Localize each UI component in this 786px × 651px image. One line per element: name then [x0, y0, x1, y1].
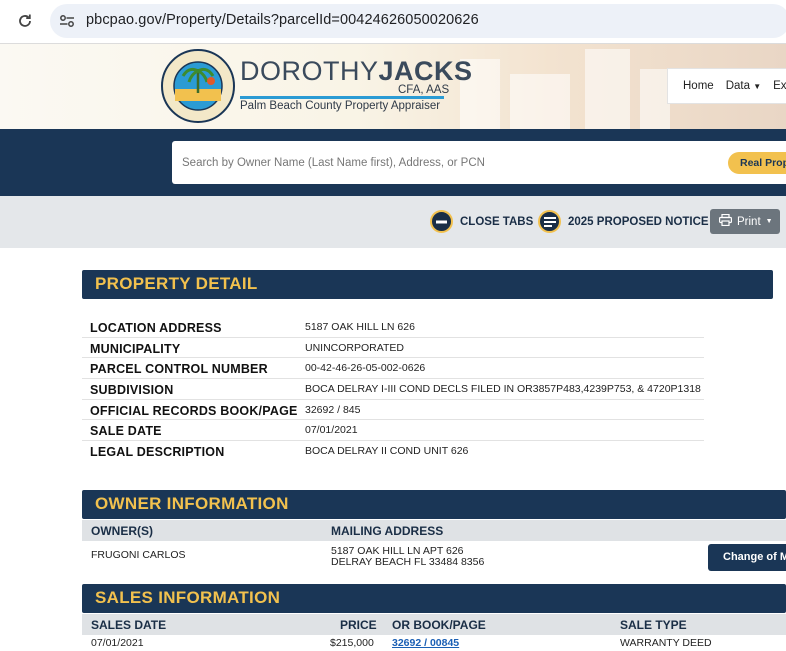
sale-type-cell: WARRANTY DEED	[620, 637, 712, 649]
section-title: SALES INFORMATION	[95, 588, 281, 607]
row-value: 32692 / 845	[305, 403, 361, 416]
owner-columns-header: OWNER(S) MAILING ADDRESS	[82, 520, 786, 541]
print-button[interactable]: Print ▼	[710, 209, 780, 234]
site-header: DOROTHYJACKS CFA, AAS Palm Beach County …	[0, 44, 786, 129]
nav-data[interactable]: Data ▼	[726, 80, 761, 92]
brand-first-name: DOROTHY	[240, 56, 379, 86]
browser-toolbar: pbcpao.gov/Property/Details?parcelId=004…	[0, 0, 786, 44]
row-label: OFFICIAL RECORDS BOOK/PAGE	[90, 403, 298, 418]
row-label: MUNICIPALITY	[90, 341, 181, 356]
table-row: SUBDIVISION BOCA DELRAY I-III COND DECLS …	[82, 379, 704, 400]
brand-subtitle: Palm Beach County Property Appraiser	[240, 100, 441, 112]
row-label: PARCEL CONTROL NUMBER	[90, 362, 268, 377]
row-value: 00-42-46-26-05-002-0626	[305, 362, 426, 375]
table-row: OFFICIAL RECORDS BOOK/PAGE 32692 / 845	[82, 400, 704, 421]
background-building	[640, 69, 670, 129]
column-header-sales-date: SALES DATE	[91, 618, 167, 632]
top-navigation: Home Data ▼ Exe	[667, 68, 786, 104]
table-row: PARCEL CONTROL NUMBER 00-42-46-26-05-002-…	[82, 358, 704, 380]
row-value: BOCA DELRAY II COND UNIT 626	[305, 445, 469, 458]
county-seal-logo[interactable]	[161, 49, 235, 123]
background-building	[585, 49, 630, 129]
property-detail-header[interactable]: PROPERTY DETAIL	[82, 270, 773, 299]
background-building	[510, 74, 570, 129]
column-header-mailing: MAILING ADDRESS	[331, 524, 444, 538]
proposed-notice-label: 2025 PROPOSED NOTICE	[568, 215, 709, 228]
brand-credentials: CFA, AAS	[398, 84, 450, 96]
change-of-mailing-button[interactable]: Change of M	[708, 544, 786, 571]
section-title: OWNER INFORMATION	[95, 494, 289, 513]
row-value: 07/01/2021	[305, 424, 358, 437]
sales-information-header[interactable]: SALES INFORMATION	[82, 584, 786, 613]
search-box: Real Prope	[172, 141, 786, 184]
brand-last-name: JACKS	[378, 56, 473, 86]
close-tabs-label: CLOSE TABS	[460, 215, 534, 228]
row-value: UNINCORPORATED	[305, 341, 404, 354]
notice-icon	[538, 210, 561, 233]
owner-information-header[interactable]: OWNER INFORMATION	[82, 490, 786, 519]
nav-exe[interactable]: Exe	[773, 80, 786, 92]
caret-down-icon: ▼	[753, 82, 762, 91]
row-label: LOCATION ADDRESS	[90, 321, 222, 335]
minus-icon	[430, 210, 453, 233]
brand-name: DOROTHYJACKS	[240, 56, 473, 86]
column-header-owners: OWNER(S)	[91, 524, 153, 538]
sales-columns-header: SALES DATE PRICE OR BOOK/PAGE SALE TYPE	[82, 614, 786, 635]
address-bar[interactable]: pbcpao.gov/Property/Details?parcelId=004…	[50, 4, 786, 38]
row-label: LEGAL DESCRIPTION	[90, 445, 225, 460]
book-page-link[interactable]: 32692 / 00845	[392, 637, 459, 649]
close-tabs-button[interactable]: CLOSE TABS	[430, 210, 533, 233]
site-info-icon[interactable]	[58, 12, 76, 30]
section-title: PROPERTY DETAIL	[95, 274, 258, 293]
table-row: LOCATION ADDRESS 5187 OAK HILL LN 626	[82, 317, 704, 338]
search-input[interactable]	[182, 141, 712, 184]
table-row: LEGAL DESCRIPTION BOCA DELRAY II COND UNI…	[82, 441, 704, 462]
mailing-address-line2: DELRAY BEACH FL 33484 8356	[331, 556, 485, 568]
search-section: Real Prope	[0, 129, 786, 196]
url-text[interactable]: pbcpao.gov/Property/Details?parcelId=004…	[86, 12, 479, 28]
column-header-sale-type: SALE TYPE	[620, 618, 687, 632]
table-row: MUNICIPALITY UNINCORPORATED	[82, 338, 704, 359]
column-header-book-page: OR BOOK/PAGE	[392, 618, 486, 632]
printer-icon	[719, 213, 733, 229]
row-value: BOCA DELRAY I-III COND DECLS FILED IN OR…	[305, 383, 701, 396]
row-value: 5187 OAK HILL LN 626	[305, 321, 415, 333]
real-property-button[interactable]: Real Prope	[728, 152, 786, 174]
nav-home[interactable]: Home	[683, 80, 714, 92]
nav-data-label: Data	[725, 80, 750, 92]
owner-name: FRUGONI CARLOS	[91, 549, 186, 561]
column-header-price: PRICE	[340, 618, 377, 632]
sale-price-cell: $215,000	[330, 637, 374, 649]
print-label: Print	[737, 215, 761, 228]
reload-icon[interactable]	[14, 10, 36, 32]
proposed-notice-button[interactable]: 2025 PROPOSED NOTICE	[538, 210, 709, 233]
property-detail-table: LOCATION ADDRESS 5187 OAK HILL LN 626 MUN…	[82, 317, 704, 462]
row-label: SALE DATE	[90, 424, 162, 439]
caret-down-icon: ▼	[765, 218, 773, 225]
brand-underline	[240, 96, 444, 99]
table-row: SALE DATE 07/01/2021	[82, 420, 704, 442]
toolbar: CLOSE TABS 2025 PROPOSED NOTICE Print ▼	[0, 196, 786, 248]
row-label: SUBDIVISION	[90, 383, 174, 398]
sale-date-cell: 07/01/2021	[91, 637, 144, 649]
